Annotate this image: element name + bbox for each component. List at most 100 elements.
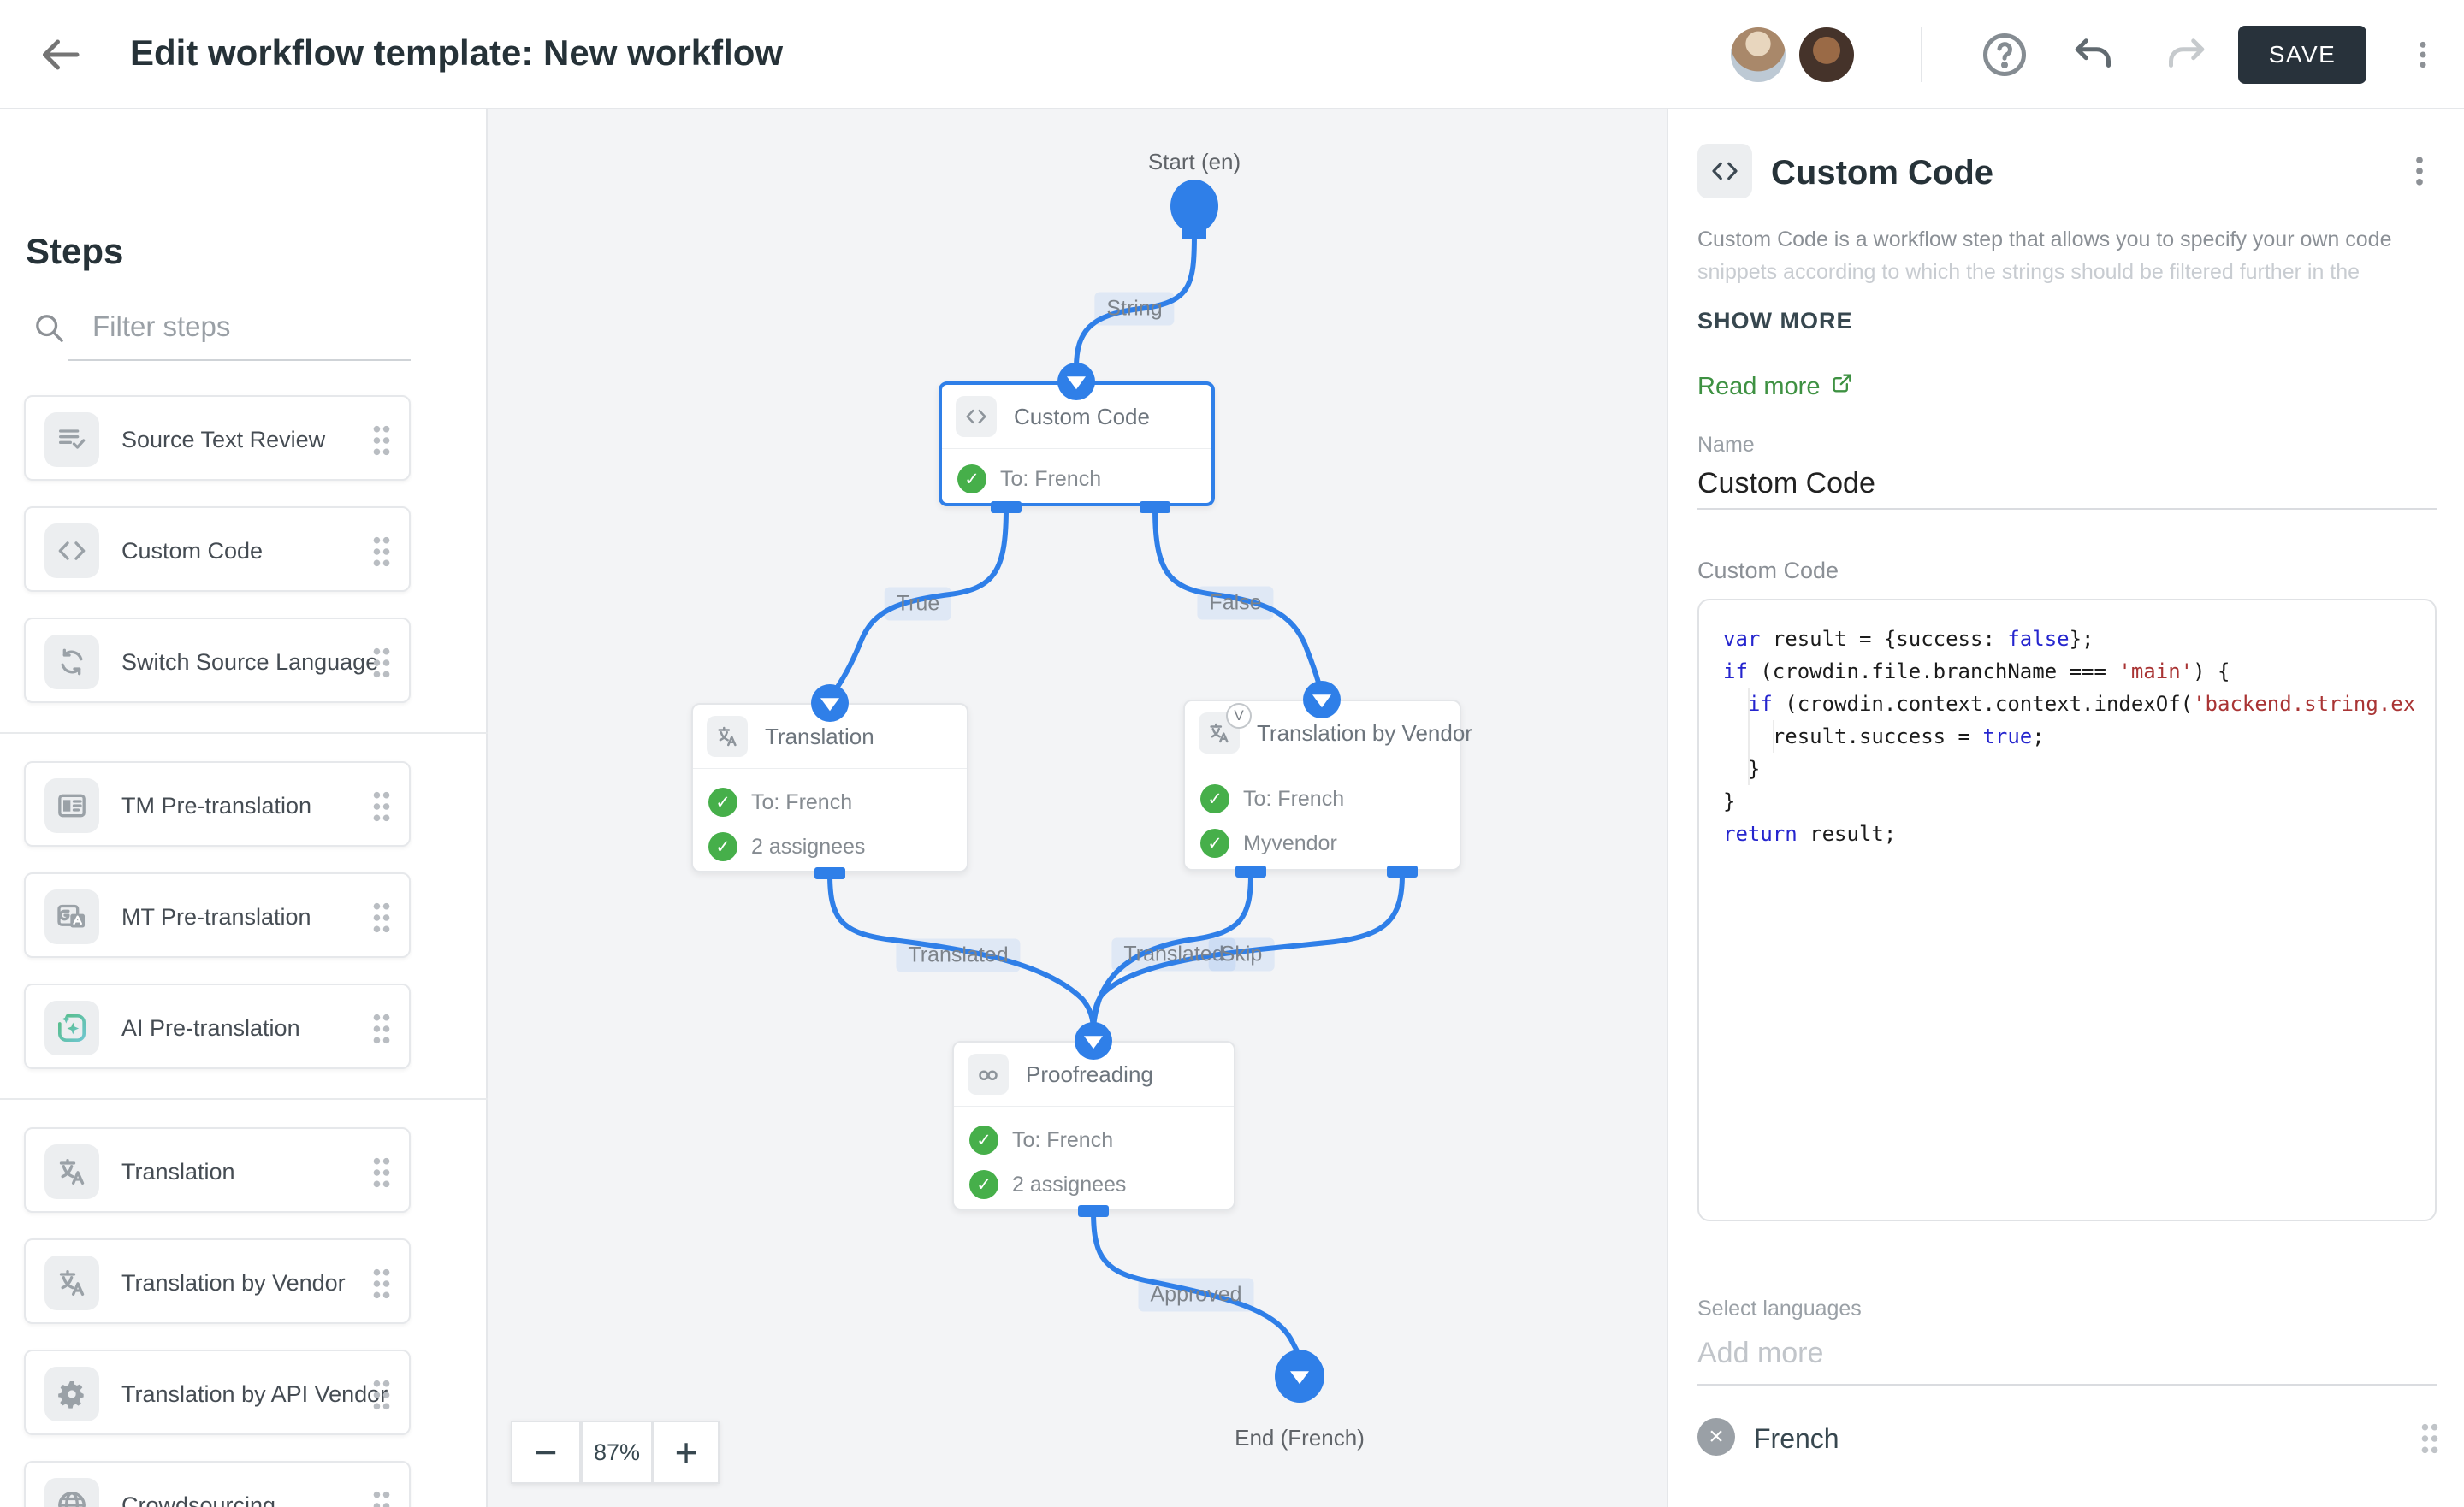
zoom-out-button[interactable]: −	[511, 1421, 581, 1484]
node-input-arrow-icon[interactable]	[1057, 363, 1095, 400]
name-input[interactable]	[1697, 462, 2437, 505]
user-avatar[interactable]	[1799, 27, 1854, 82]
help-icon[interactable]	[1979, 29, 2030, 80]
translation-by-vendor-icon	[44, 1256, 99, 1310]
step-details-panel: Custom Code Custom Code is a workflow st…	[1667, 109, 2464, 1507]
node-output-port[interactable]	[1140, 501, 1170, 513]
drag-handle-icon[interactable]	[370, 646, 394, 680]
translation-by-api-vendor-icon	[44, 1367, 99, 1421]
step-card-custom-code[interactable]: Custom Code	[24, 506, 411, 592]
node-output-port[interactable]	[991, 501, 1022, 513]
node-output-port[interactable]	[814, 867, 845, 879]
check-icon: ✓	[1200, 784, 1229, 813]
edge-label-translated[interactable]: Translated	[896, 939, 1020, 972]
start-node[interactable]	[1170, 180, 1218, 233]
filter-steps-input[interactable]	[92, 304, 411, 349]
edge-label-skip[interactable]: Skip	[1209, 938, 1275, 972]
node-output-port[interactable]	[1235, 866, 1266, 878]
vendor-badge: V	[1226, 703, 1252, 729]
node-translation-by-vendor[interactable]: V Translation by Vendor ✓ To: French ✓ M…	[1183, 700, 1461, 871]
step-label: TM Pre-translation	[121, 763, 311, 848]
save-button[interactable]: SAVE	[2238, 26, 2366, 84]
step-card-translation-by-api-vendor[interactable]: V Translation by API Vendor	[24, 1350, 411, 1435]
panel-title: Custom Code	[1771, 154, 1993, 192]
node-input-arrow-icon[interactable]	[1303, 681, 1341, 718]
step-card-source-text-review[interactable]: Source Text Review	[24, 395, 411, 481]
node-proofreading[interactable]: Proofreading ✓ To: French ✓ 2 assignees	[952, 1041, 1235, 1210]
input-underline	[1697, 1384, 2437, 1386]
section-divider	[0, 1098, 488, 1100]
code-line: result.success = true;	[1723, 720, 2414, 753]
zoom-level: 87%	[581, 1421, 653, 1484]
redo-icon	[2160, 29, 2212, 80]
code-line: var result = {success: false};	[1723, 623, 2414, 655]
remove-language-icon[interactable]: ×	[1697, 1418, 1735, 1456]
node-output-port[interactable]	[1078, 1205, 1109, 1217]
check-icon: ✓	[1200, 829, 1229, 858]
zoom-in-button[interactable]: +	[653, 1421, 720, 1484]
steps-title: Steps	[26, 231, 123, 272]
drag-handle-icon[interactable]	[370, 789, 394, 824]
drag-handle-icon[interactable]	[370, 1155, 394, 1190]
code-line: }	[1723, 785, 2414, 818]
edge-label-string[interactable]: String	[1094, 293, 1174, 326]
drag-handle-icon[interactable]	[370, 1267, 394, 1301]
more-options-icon[interactable]	[2406, 29, 2440, 80]
tm-pretranslation-icon	[44, 778, 99, 833]
switch-source-language-icon	[44, 635, 99, 689]
node-divider	[693, 768, 967, 769]
code-line: return result;	[1723, 818, 2414, 850]
code-line: if (crowdin.context.context.indexOf('bac…	[1723, 688, 2414, 720]
drag-handle-icon[interactable]	[370, 1012, 394, 1046]
user-avatar[interactable]	[1731, 27, 1786, 82]
node-translation[interactable]: Translation ✓ To: French ✓ 2 assignees	[691, 703, 968, 872]
undo-icon[interactable]	[2068, 29, 2119, 80]
section-divider	[0, 732, 488, 734]
step-card-crowdsourcing[interactable]: Crowdsourcing	[24, 1461, 411, 1507]
node-output-port[interactable]	[1387, 866, 1418, 878]
edge-label-true[interactable]: True	[885, 588, 951, 621]
drag-handle-icon[interactable]	[370, 535, 394, 569]
step-card-ai-pretranslation[interactable]: AI Pre-translation	[24, 984, 411, 1069]
step-card-translation-by-vendor[interactable]: V Translation by Vendor	[24, 1238, 411, 1324]
back-icon[interactable]	[34, 29, 86, 80]
panel-options-icon[interactable]	[2401, 152, 2438, 195]
node-check-row: ✓ 2 assignees	[969, 1162, 1126, 1207]
step-card-switch-source-language[interactable]: Switch Source Language	[24, 618, 411, 703]
step-description-line2: snippets according to which the strings …	[1697, 260, 2438, 285]
node-divider	[942, 448, 1211, 449]
step-description-line1: Custom Code is a workflow step that allo…	[1697, 228, 2438, 252]
read-more-link[interactable]: Read more	[1697, 371, 1854, 402]
check-icon: ✓	[708, 832, 737, 861]
add-language-input[interactable]	[1697, 1331, 2437, 1375]
node-input-arrow-icon[interactable]	[811, 684, 849, 722]
step-card-tm-pretranslation[interactable]: TM Pre-translation	[24, 761, 411, 847]
code-editor[interactable]: var result = {success: false}; if (crowdi…	[1697, 599, 2437, 1221]
end-node[interactable]	[1275, 1350, 1324, 1403]
end-node-label: End (French)	[1235, 1425, 1365, 1451]
workflow-editor: Edit workflow template: New workflow SAV…	[0, 0, 2464, 1507]
edge-label-false[interactable]: False	[1197, 587, 1273, 620]
node-input-arrow-icon[interactable]	[1075, 1022, 1112, 1060]
drag-handle-icon[interactable]	[2418, 1421, 2442, 1456]
code-icon	[956, 396, 997, 437]
zoom-control: − 87% +	[511, 1421, 720, 1484]
step-label: Translation	[121, 1129, 235, 1214]
steps-sidebar: Steps Source Text Review Custom Code Swi…	[0, 109, 488, 1507]
check-icon: ✓	[969, 1170, 998, 1199]
drag-handle-icon[interactable]	[370, 901, 394, 935]
check-icon: ✓	[957, 464, 986, 493]
top-bar: Edit workflow template: New workflow SAV…	[0, 0, 2464, 109]
drag-handle-icon[interactable]	[370, 1489, 394, 1507]
step-card-mt-pretranslation[interactable]: MT Pre-translation	[24, 872, 411, 958]
drag-handle-icon[interactable]	[370, 423, 394, 458]
step-label: Switch Source Language	[121, 619, 378, 705]
node-check-row: ✓ To: French	[708, 780, 852, 824]
step-card-translation[interactable]: Translation	[24, 1127, 411, 1213]
drag-handle-icon[interactable]	[370, 1378, 394, 1412]
node-divider	[954, 1106, 1234, 1107]
edge-label-approved[interactable]: Approved	[1138, 1279, 1253, 1312]
start-node-label: Start (en)	[1148, 149, 1241, 175]
workflow-canvas[interactable]: Start (en) String True False Translated …	[488, 109, 1667, 1507]
show-more-button[interactable]: SHOW MORE	[1697, 308, 1853, 334]
